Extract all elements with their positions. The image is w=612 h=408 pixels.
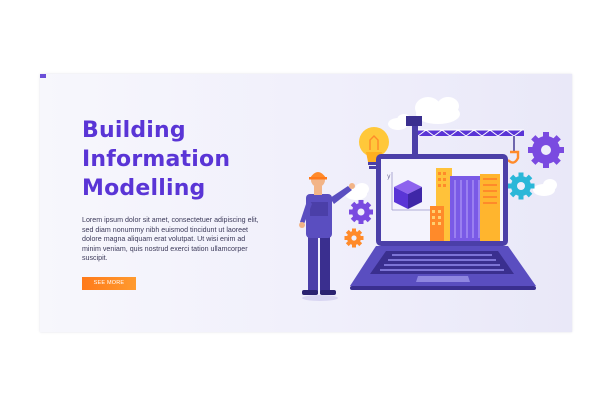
hero-title-line-2: Information xyxy=(82,147,231,172)
building-icon xyxy=(480,174,500,241)
gear-icon xyxy=(344,228,364,248)
building-icon xyxy=(430,206,444,241)
hero-title-line-3: Modelling xyxy=(82,176,206,201)
laptop-icon: y x xyxy=(350,154,536,290)
gear-icon xyxy=(507,172,535,200)
hero-title: Building Information Modelling xyxy=(82,116,282,203)
bim-illustration: y x xyxy=(299,97,564,301)
axis-y-label: y xyxy=(387,173,391,180)
cloud-icon xyxy=(533,179,557,196)
hero-banner: Building Information Modelling Lorem ips… xyxy=(40,74,572,332)
gear-icon xyxy=(528,132,564,168)
banner-accent xyxy=(40,74,46,78)
gear-icon xyxy=(349,200,373,224)
page: Building Information Modelling Lorem ips… xyxy=(0,0,612,408)
building-icon xyxy=(450,176,484,241)
hero-title-line-1: Building xyxy=(82,118,186,143)
hero-description: Lorem ipsum dolor sit amet, consectetuer… xyxy=(82,216,259,263)
see-more-button[interactable]: SEE MORE xyxy=(82,277,136,290)
